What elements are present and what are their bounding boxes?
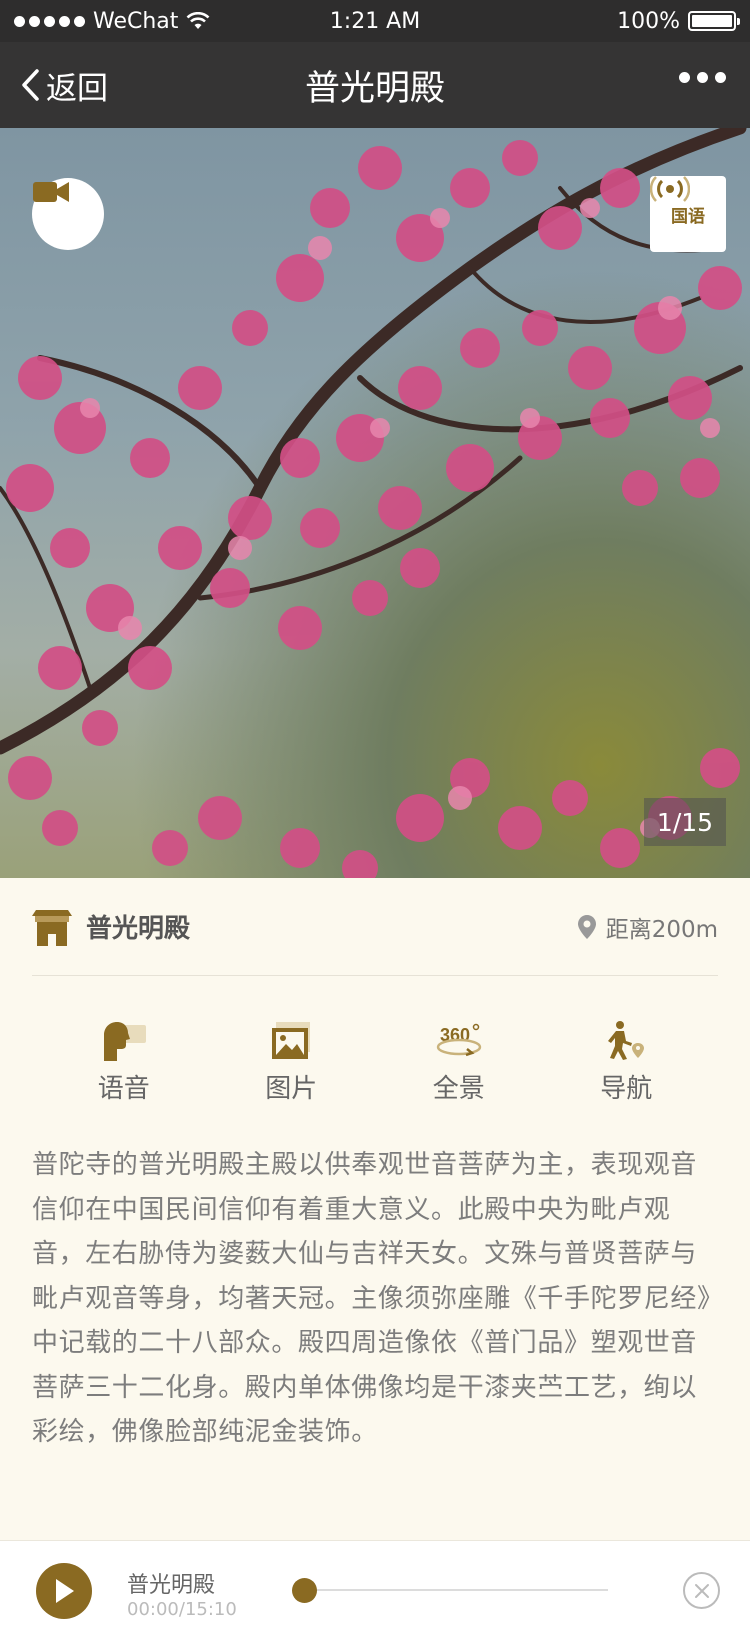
speaker-head-icon xyxy=(103,1022,146,1061)
blossom-photo xyxy=(0,128,747,878)
place-info-row: 普光明殿 距离200m xyxy=(32,878,718,976)
distance-info: 距离200m xyxy=(577,910,718,944)
picture-icon xyxy=(272,1022,311,1059)
chevron-left-icon xyxy=(22,69,39,101)
status-bar: WeChat 1:21 AM 100% xyxy=(0,0,750,42)
more-button[interactable] xyxy=(679,72,726,83)
action-panorama[interactable]: 360 全景 xyxy=(375,1018,543,1108)
signal-dots-icon xyxy=(14,15,85,27)
track-title: 普光明殿 xyxy=(127,1573,216,1598)
progress-knob[interactable] xyxy=(292,1578,317,1603)
action-voice-label: 语音 xyxy=(97,1074,150,1104)
status-right: 100% xyxy=(617,8,740,34)
battery-icon xyxy=(688,11,740,31)
back-label: 返回 xyxy=(46,70,108,107)
place-info: 普光明殿 xyxy=(32,908,190,946)
play-icon xyxy=(56,1579,74,1603)
play-button[interactable] xyxy=(36,1563,92,1619)
action-navigation-label: 导航 xyxy=(600,1074,653,1104)
action-voice[interactable]: 语音 xyxy=(40,1018,208,1108)
action-pictures[interactable]: 图片 xyxy=(208,1018,376,1108)
place-name: 普光明殿 xyxy=(86,914,191,944)
status-left: WeChat xyxy=(14,9,210,34)
carrier-label: WeChat xyxy=(93,8,179,34)
back-button[interactable]: 返回 xyxy=(20,42,108,128)
video-button[interactable] xyxy=(32,178,104,250)
track-time: 00:00/15:10 xyxy=(127,1599,237,1620)
walking-navigation-icon xyxy=(608,1021,645,1060)
audio-player: 普光明殿 00:00/15:10 xyxy=(0,1540,750,1638)
wifi-icon xyxy=(187,12,210,29)
close-icon xyxy=(694,1583,709,1598)
distance-label: 距离200m xyxy=(605,916,718,943)
action-pictures-label: 图片 xyxy=(265,1074,318,1104)
battery-percent: 100% xyxy=(617,8,680,34)
language-button[interactable]: 国语 xyxy=(650,176,726,252)
hero-image[interactable]: 国语 1/15 xyxy=(0,128,750,878)
progress-track[interactable] xyxy=(306,1589,608,1591)
action-bar: 语音 图片 360 全景 导航 xyxy=(40,1018,710,1108)
language-label: 国语 xyxy=(671,206,705,227)
nav-bar: 返回 普光明殿 xyxy=(0,42,750,128)
video-camera-icon xyxy=(33,182,69,202)
description-text: 普陀寺的普光明殿主殿以供奉观世音菩萨为主，表现观音信仰在中国民间信仰有着重大意义… xyxy=(32,1150,711,1447)
location-pin-icon xyxy=(577,914,596,939)
action-panorama-label: 全景 xyxy=(432,1074,485,1104)
action-navigation[interactable]: 导航 xyxy=(543,1018,711,1108)
temple-icon xyxy=(32,909,72,946)
broadcast-icon xyxy=(650,176,690,202)
page-title: 普光明殿 xyxy=(304,68,445,109)
image-counter: 1/15 xyxy=(644,798,726,846)
close-player-button[interactable] xyxy=(683,1572,720,1609)
panorama-360-icon: 360 xyxy=(436,1023,481,1057)
